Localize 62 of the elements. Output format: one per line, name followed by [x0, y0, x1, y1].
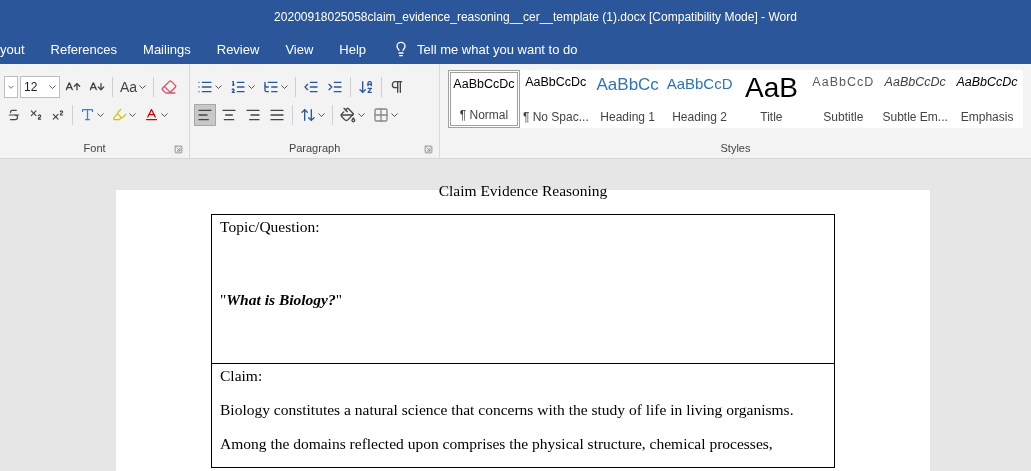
align-left-icon — [197, 107, 214, 123]
style-gallery-item[interactable]: AaBbCcDc ¶ Normal — [448, 70, 520, 128]
body-paragraph: Biology constitutes a natural science that concerns with the study of life in living organisms. — [220, 400, 795, 419]
line-spacing-icon — [300, 107, 317, 123]
align-center-icon — [221, 107, 238, 123]
cell-label: Claim: — [220, 366, 264, 385]
caret-icon — [8, 85, 14, 89]
dialog-launcher-icon[interactable] — [174, 145, 184, 154]
bullet-list-icon — [197, 79, 214, 95]
align-right-icon — [245, 107, 262, 123]
increase-indent-icon — [327, 79, 344, 95]
align-left-button[interactable] — [194, 104, 217, 126]
tell-me-field[interactable]: Tell me what you want to do — [417, 41, 578, 57]
document-heading: Claim Evidence Reasoning — [438, 182, 608, 200]
ribbon-tab[interactable]: View — [285, 37, 314, 61]
caret-icon — [318, 113, 326, 117]
change-case-button[interactable]: Aa — [117, 77, 150, 97]
style-gallery-item[interactable]: AaBbCcDc Emphasis — [951, 70, 1023, 128]
caret-icon — [281, 85, 289, 89]
multilevel-list-icon — [263, 79, 280, 95]
ribbon-tab[interactable]: References — [50, 37, 118, 61]
highlighter-icon — [112, 107, 127, 122]
ribbon-tab[interactable]: yout — [0, 37, 25, 61]
group-label: Font — [83, 141, 106, 156]
style-gallery-item[interactable]: AaBbCcD Subtitle — [807, 70, 880, 128]
sort-icon — [358, 79, 375, 95]
font-color-icon — [144, 107, 159, 122]
text-effects-icon — [80, 107, 95, 122]
caret-icon — [248, 85, 256, 89]
dialog-launcher-icon[interactable] — [424, 145, 433, 154]
ribbon-tab[interactable]: Review — [216, 37, 260, 61]
justify-icon — [269, 107, 286, 123]
style-gallery-item[interactable]: AaBbCcD Heading 2 — [663, 70, 736, 128]
caret-icon — [49, 85, 56, 89]
caret-icon — [358, 113, 366, 117]
grid-icon — [373, 107, 390, 123]
superscript-icon — [51, 107, 65, 122]
numbered-list-icon — [230, 79, 247, 95]
caret-icon — [139, 85, 147, 89]
paint-bucket-icon — [340, 107, 357, 123]
group-label: Styles — [720, 141, 751, 156]
caret-icon — [215, 85, 223, 89]
style-gallery-item[interactable]: AaB Title — [735, 70, 808, 128]
group-label: Paragraph — [288, 141, 341, 156]
question-text: "What is Biology?" — [220, 290, 344, 309]
caret-icon — [161, 112, 168, 117]
style-gallery-item[interactable]: AaBbCcDc Subtle Em... — [879, 70, 952, 128]
window-title: 20200918025058claim_evidence_reasoning__cer__template (1).docx [Compatibility Mode] - Word — [274, 10, 797, 24]
ribbon-tab[interactable]: Mailings — [143, 37, 191, 61]
eraser-icon — [161, 79, 178, 95]
ribbon-tab[interactable]: Help — [339, 37, 367, 61]
style-gallery-item[interactable]: AaBbCcDc ¶ No Spac... — [519, 70, 592, 128]
strikethrough-icon — [7, 107, 21, 122]
caret-icon — [97, 112, 104, 117]
caret-icon — [391, 113, 399, 117]
style-gallery-item[interactable]: AaBbCc Heading 1 — [591, 70, 664, 128]
decrease-indent-icon — [303, 79, 320, 95]
font-size-dropdown[interactable]: 12 — [20, 76, 60, 98]
cell-label: Topic/Question: — [220, 217, 321, 236]
caret-icon — [129, 112, 136, 117]
subscript-icon — [29, 107, 43, 122]
body-paragraph: Among the domains reflected upon comprises the physical structure, chemical processes, — [220, 434, 774, 453]
